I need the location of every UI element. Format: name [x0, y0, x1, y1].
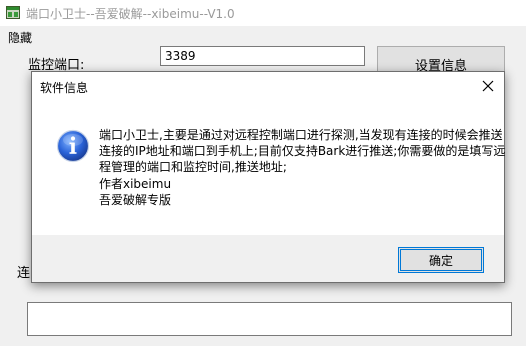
message-line: 连接的IP地址和端口到手机上;目前仅支持Bark进行推送;你需要做的是填写远 [99, 144, 506, 159]
menu-bar: 隐藏 [0, 26, 526, 46]
log-textbox[interactable] [27, 302, 512, 336]
window-title: 端口小卫士--吾爱破解--xibeimu--V1.0 [26, 7, 235, 21]
ok-button[interactable]: 确定 [398, 247, 484, 273]
message-line: 端口小卫士,主要是通过对远程控制端口进行探测,当发现有连接的时候会推送 [99, 128, 503, 142]
message-line: 程管理的端口和监控时间,推送地址; [99, 160, 287, 175]
close-icon[interactable] [472, 72, 504, 101]
app-window-icon [6, 6, 20, 19]
message-line: 吾爱破解专版 [99, 192, 172, 207]
dialog-titlebar[interactable]: 软件信息 [32, 72, 504, 101]
connection-label: 连 [17, 266, 31, 281]
settings-button[interactable]: 设置信息 [377, 46, 505, 74]
dialog-title: 软件信息 [40, 81, 89, 95]
dialog-body: 端口小卫士,主要是通过对远程控制端口进行探测,当发现有连接的时候会推送 连接的I… [32, 101, 506, 235]
menu-item-hide[interactable]: 隐藏 [8, 29, 32, 46]
info-dialog: 软件信息 端口小卫士,主要是通过对远程控制端口进行探测,当发现有连接的时候会推送 [31, 71, 505, 283]
info-icon [56, 129, 90, 163]
message-line: 作者xibeimu [99, 176, 172, 191]
port-input[interactable] [160, 46, 365, 66]
dialog-message: 端口小卫士,主要是通过对远程控制端口进行探测,当发现有连接的时候会推送 连接的I… [99, 127, 506, 208]
main-titlebar[interactable]: 端口小卫士--吾爱破解--xibeimu--V1.0 [0, 0, 526, 26]
